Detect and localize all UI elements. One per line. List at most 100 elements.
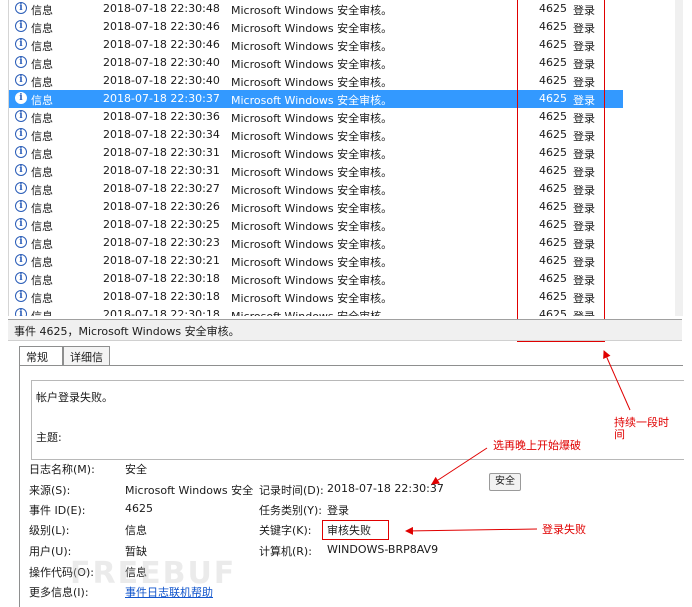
event-level: 信息 <box>31 22 53 35</box>
detail-header: 事件 4625，Microsoft Windows 安全审核。 <box>8 319 682 341</box>
event-source: Microsoft Windows 安全审核。 <box>231 130 393 143</box>
event-source: Microsoft Windows 安全审核。 <box>231 148 393 161</box>
event-level: 信息 <box>31 58 53 71</box>
detail-header-title: 事件 4625，Microsoft Windows 安全审核。 <box>14 325 240 338</box>
info-icon: i <box>15 38 27 50</box>
tab-general[interactable]: 常规 <box>19 346 63 366</box>
info-icon: i <box>15 2 27 14</box>
event-level: 信息 <box>31 202 53 215</box>
description-box[interactable]: 帐户登录失败。 主题: <box>31 380 684 460</box>
info-icon: i <box>15 236 27 248</box>
event-date: 2018-07-18 22:30:40 <box>103 74 220 87</box>
event-level: 信息 <box>31 112 53 125</box>
copy-button[interactable]: 安全 <box>489 473 521 491</box>
event-source: Microsoft Windows 安全审核。 <box>231 184 393 197</box>
source-label: 来源(S): <box>29 484 71 497</box>
event-date: 2018-07-18 22:30:18 <box>103 290 220 303</box>
event-level: 信息 <box>31 274 53 287</box>
info-icon: i <box>15 110 27 122</box>
event-source: Microsoft Windows 安全审核。 <box>231 4 393 17</box>
event-date: 2018-07-18 22:30:48 <box>103 2 220 15</box>
event-date: 2018-07-18 22:30:46 <box>103 20 220 33</box>
event-date: 2018-07-18 22:30:25 <box>103 218 220 231</box>
info-icon: i <box>15 56 27 68</box>
event-level: 信息 <box>31 220 53 233</box>
info-icon: i <box>15 146 27 158</box>
event-level: 信息 <box>31 308 53 316</box>
event-date: 2018-07-18 22:30:23 <box>103 236 220 249</box>
event-level: 信息 <box>31 4 53 17</box>
keywords-label: 关键字(K): <box>259 524 312 537</box>
event-source: Microsoft Windows 安全审核。 <box>231 256 393 269</box>
list-scrollbar[interactable] <box>675 0 683 316</box>
event-level: 信息 <box>31 130 53 143</box>
event-source: Microsoft Windows 安全审核。 <box>231 202 393 215</box>
event-source: Microsoft Windows 安全审核。 <box>231 40 393 53</box>
event-date: 2018-07-18 22:30:40 <box>103 56 220 69</box>
event-source: Microsoft Windows 安全审核。 <box>231 94 393 107</box>
event-source: Microsoft Windows 安全审核。 <box>231 112 393 125</box>
user-label: 用户(U): <box>29 545 72 558</box>
description-subject: 主题: <box>36 431 62 444</box>
event-source: Microsoft Windows 安全审核。 <box>231 274 393 287</box>
info-icon: i <box>15 92 27 104</box>
recorded-label: 记录时间(D): <box>259 484 324 497</box>
event-level: 信息 <box>31 256 53 269</box>
computer-label: 计算机(R): <box>259 545 312 558</box>
description-text: 帐户登录失败。 <box>36 391 113 404</box>
info-icon: i <box>15 128 27 140</box>
event-level: 信息 <box>31 292 53 305</box>
event-date: 2018-07-18 22:30:26 <box>103 200 220 213</box>
log-name-label: 日志名称(M): <box>29 463 95 476</box>
annotation-box-keywords <box>322 520 389 540</box>
event-date: 2018-07-18 22:30:27 <box>103 182 220 195</box>
event-date: 2018-07-18 22:30:34 <box>103 128 220 141</box>
event-source: Microsoft Windows 安全审核。 <box>231 308 392 316</box>
event-id-label: 事件 ID(E): <box>29 504 86 517</box>
annotation-box-event-id <box>517 0 605 342</box>
info-icon: i <box>15 254 27 266</box>
event-level: 信息 <box>31 94 53 107</box>
event-level: 信息 <box>31 148 53 161</box>
event-date: 2018-07-18 22:30:31 <box>103 164 220 177</box>
log-name-value: 安全 <box>125 463 147 476</box>
annotation-duration-cont: 间 <box>614 428 625 441</box>
task-label: 任务类别(Y): <box>259 504 323 517</box>
event-source: Microsoft Windows 安全审核。 <box>231 22 393 35</box>
event-date: 2018-07-18 22:30:21 <box>103 254 220 267</box>
event-level: 信息 <box>31 184 53 197</box>
event-source: Microsoft Windows 安全审核。 <box>231 292 393 305</box>
task-value: 登录 <box>327 504 349 517</box>
event-date: 2018-07-18 22:30:46 <box>103 38 220 51</box>
event-source: Microsoft Windows 安全审核。 <box>231 58 393 71</box>
info-icon: i <box>15 164 27 176</box>
event-level: 信息 <box>31 76 53 89</box>
event-date: 2018-07-18 22:30:36 <box>103 110 220 123</box>
event-date: 2018-07-18 22:30:18 <box>103 272 220 285</box>
event-level: 信息 <box>31 166 53 179</box>
annotation-login-failed: 登录失败 <box>542 523 586 536</box>
event-level: 信息 <box>31 238 53 251</box>
info-icon: i <box>15 272 27 284</box>
info-icon: i <box>15 74 27 86</box>
event-source: Microsoft Windows 安全审核。 <box>231 166 393 179</box>
level-label: 级别(L): <box>29 524 70 537</box>
source-value: Microsoft Windows 安全审 <box>125 484 253 497</box>
info-icon: i <box>15 290 27 302</box>
event-source: Microsoft Windows 安全审核。 <box>231 238 393 251</box>
event-level: 信息 <box>31 40 53 53</box>
watermark-text: FREEBUF <box>70 556 237 591</box>
annotation-night-attack: 选再晚上开始爆破 <box>493 439 581 452</box>
tab-details[interactable]: 详细信息 <box>63 346 110 380</box>
recorded-value: 2018-07-18 22:30:37 <box>327 482 444 495</box>
info-icon: i <box>15 218 27 230</box>
info-icon: i <box>15 308 27 316</box>
info-icon: i <box>15 20 27 32</box>
info-icon: i <box>15 182 27 194</box>
event-source: Microsoft Windows 安全审核。 <box>231 76 393 89</box>
event-date: 2018-07-18 22:30:37 <box>103 92 220 105</box>
event-date: 2018-07-18 22:30:18 <box>103 308 220 316</box>
computer-value: WINDOWS-BRP8AV9 <box>327 543 439 556</box>
level-value: 信息 <box>125 524 147 537</box>
event-source: Microsoft Windows 安全审核。 <box>231 220 393 233</box>
